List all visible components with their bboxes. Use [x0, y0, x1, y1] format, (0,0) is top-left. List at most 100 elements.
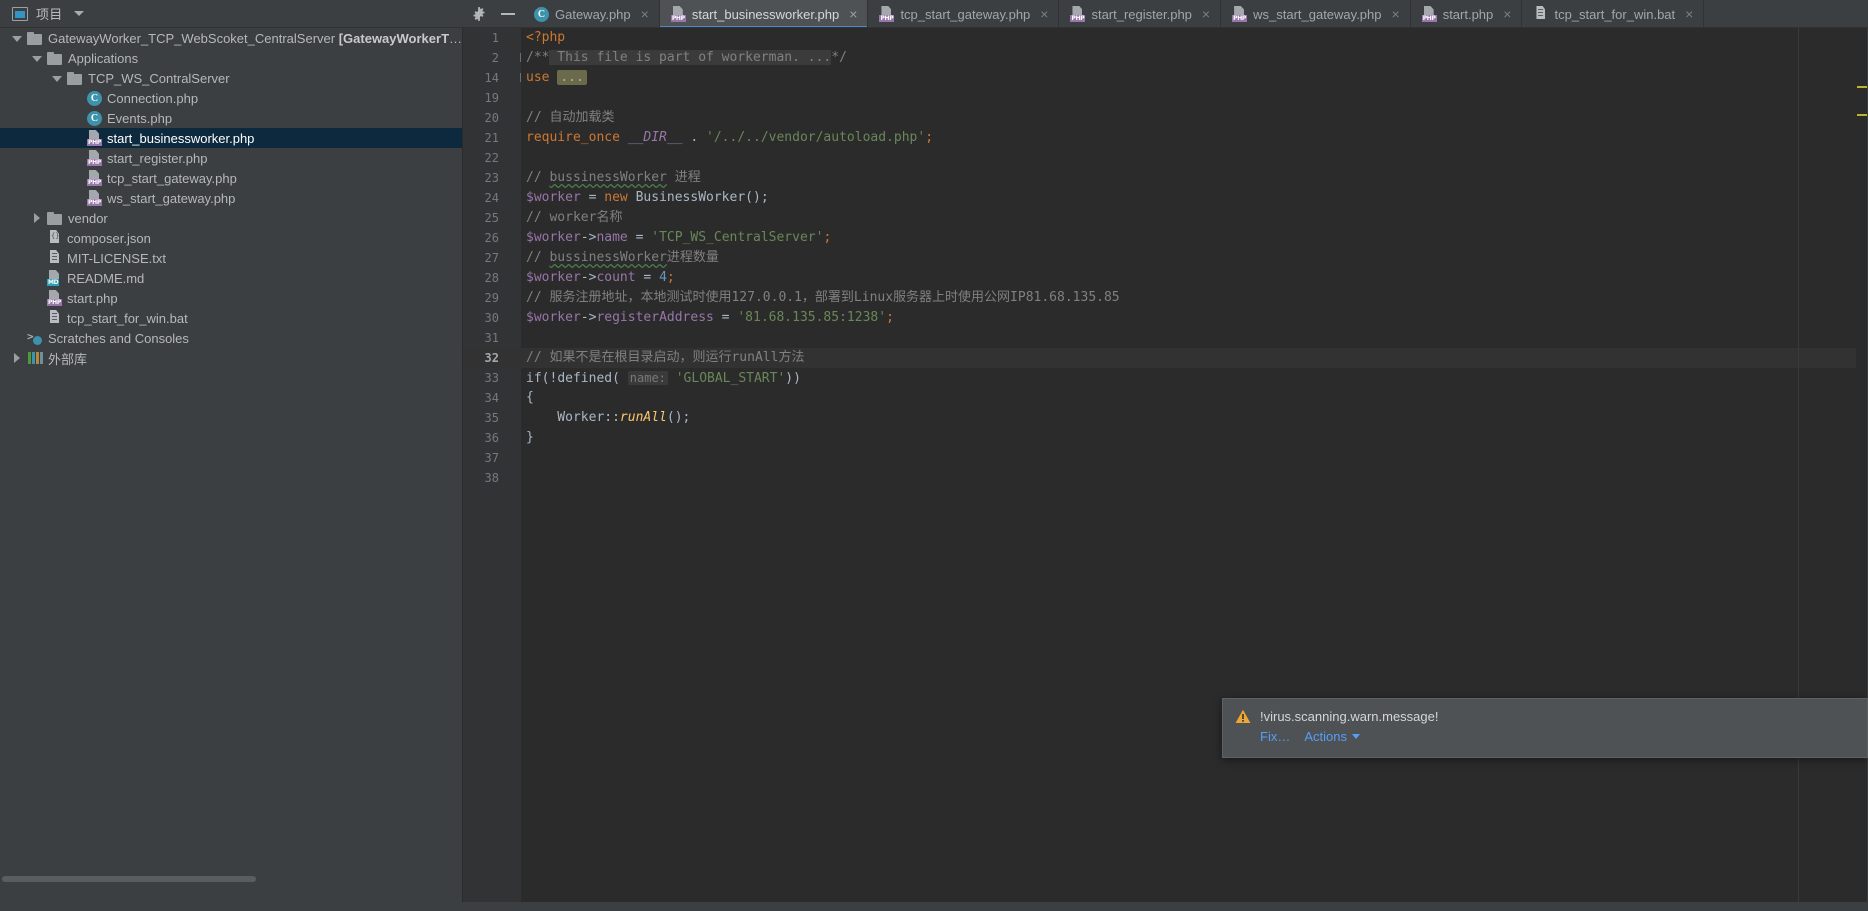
- tree-item-tcp-start-for-win-bat[interactable]: tcp_start_for_win.bat: [0, 308, 463, 328]
- tree-item-start-php[interactable]: start.php: [0, 288, 463, 308]
- code-line[interactable]: require_once __DIR__ . '/../../vendor/au…: [526, 128, 933, 148]
- editor-tab[interactable]: ws_start_gateway.php ×: [1221, 0, 1411, 27]
- tree-arrow-placeholder: [11, 333, 22, 344]
- gear-icon[interactable]: [471, 6, 487, 22]
- project-tree: GatewayWorker_TCP_WebScoket_CentralServe…: [0, 28, 463, 368]
- tree-item-label: start.php: [67, 291, 118, 306]
- chevron-right-icon[interactable]: [31, 212, 42, 224]
- code-line[interactable]: use ...: [526, 68, 587, 88]
- code-line[interactable]: // bussinessWorker 进程: [526, 168, 701, 188]
- md-file-icon: [47, 270, 62, 286]
- code-line[interactable]: // 自动加载类: [526, 108, 614, 128]
- tree-item-composer-json[interactable]: composer.json: [0, 228, 463, 248]
- tree-item-connection-php[interactable]: C Connection.php: [0, 88, 463, 108]
- code-line[interactable]: }: [526, 428, 534, 448]
- tree-item-applications[interactable]: Applications: [0, 48, 463, 68]
- php-file-icon: [879, 6, 895, 22]
- code-token: */: [831, 50, 847, 65]
- notification-balloon[interactable]: !virus.scanning.warn.message! Fix… Actio…: [1222, 698, 1868, 758]
- editor-gutter[interactable]: 12+14+192021222324252627282930313233┌343…: [463, 28, 529, 911]
- chevron-down-icon[interactable]: [51, 73, 62, 84]
- tree-item-label: ws_start_gateway.php: [107, 191, 235, 206]
- tree-item-scratches-and-consoles[interactable]: Scratches and Consoles: [0, 328, 463, 348]
- code-token: =: [580, 190, 605, 205]
- minimize-icon[interactable]: [501, 12, 515, 15]
- code-line[interactable]: $worker = new BusinessWorker();: [526, 188, 769, 208]
- code-line[interactable]: if(!defined( name: 'GLOBAL_START')): [526, 368, 801, 388]
- code-token: /**: [526, 50, 550, 65]
- code-token: bussinessWorker: [549, 250, 667, 265]
- editor-tab[interactable]: start.php ×: [1411, 0, 1523, 27]
- scrollbar-warning-marker[interactable]: [1857, 114, 1867, 116]
- notification-message: !virus.scanning.warn.message!: [1260, 709, 1439, 724]
- editor-tab[interactable]: C Gateway.php ×: [523, 0, 660, 27]
- code-token: name: [596, 230, 628, 245]
- code-line[interactable]: Worker::runAll();: [526, 408, 690, 428]
- line-number: 35: [484, 411, 499, 425]
- sidebar-scrollbar-thumb[interactable]: [2, 876, 256, 882]
- tree-item-label: start_register.php: [107, 151, 207, 166]
- close-icon[interactable]: ×: [849, 7, 857, 21]
- code-token: ->: [580, 270, 597, 285]
- code-line[interactable]: /** This file is part of workerman. ...*…: [526, 48, 847, 68]
- tree-item-vendor[interactable]: vendor: [0, 208, 463, 228]
- project-tree-panel[interactable]: GatewayWorker_TCP_WebScoket_CentralServe…: [0, 28, 463, 883]
- tree-item-label: Scratches and Consoles: [48, 331, 189, 346]
- tree-item-start-businessworker-php[interactable]: start_businessworker.php: [0, 128, 463, 148]
- close-icon[interactable]: ×: [1392, 7, 1400, 21]
- close-icon[interactable]: ×: [641, 7, 649, 21]
- tree-item-ws-start-gateway-php[interactable]: ws_start_gateway.php: [0, 188, 463, 208]
- code-line[interactable]: $worker->count = 4;: [526, 268, 675, 288]
- tree-item-start-register-php[interactable]: start_register.php: [0, 148, 463, 168]
- code-line[interactable]: {: [526, 388, 534, 408]
- chevron-down-icon[interactable]: [11, 33, 22, 44]
- editor-code-area[interactable]: <?php /** This file is part of workerman.…: [521, 28, 1868, 911]
- code-line[interactable]: // 服务注册地址，本地测试时使用127.0.0.1，部署到Linux服务器上时…: [526, 288, 1120, 308]
- tree-item-name: GatewayWorker_TCP_WebScoket_CentralServe…: [48, 30, 336, 46]
- editor-tab-label: start_register.php: [1091, 6, 1192, 22]
- editor-tab[interactable]: start_register.php ×: [1059, 0, 1222, 27]
- tree-item-tcp-ws-contralserver[interactable]: TCP_WS_ContralServer: [0, 68, 463, 88]
- tree-item-mit-license-txt[interactable]: MIT-LICENSE.txt: [0, 248, 463, 268]
- chevron-right-icon[interactable]: [11, 352, 22, 364]
- code-token: $worker: [526, 230, 581, 245]
- editor-tab[interactable]: tcp_start_for_win.bat ×: [1522, 0, 1705, 27]
- editor-tab[interactable]: tcp_start_gateway.php ×: [868, 0, 1060, 27]
- close-icon[interactable]: ×: [1503, 7, 1511, 21]
- project-toolwindow-header[interactable]: 项目: [0, 0, 463, 28]
- tree-item-gatewayworker-tcp-webscoket-centralserver[interactable]: GatewayWorker_TCP_WebScoket_CentralServe…: [0, 28, 463, 48]
- bat-file-icon: [1533, 6, 1548, 22]
- tree-item-readme-md[interactable]: README.md: [0, 268, 463, 288]
- php-file-icon: [87, 170, 102, 186]
- tree-item-name: MIT-LICENSE.txt: [67, 250, 166, 266]
- code-editor[interactable]: 12+14+192021222324252627282930313233┌343…: [463, 28, 1868, 911]
- tree-item-tcp-start-gateway-php[interactable]: tcp_start_gateway.php: [0, 168, 463, 188]
- sidebar-horizontal-scrollbar[interactable]: [0, 874, 463, 883]
- code-token: bussinessWorker: [549, 170, 667, 185]
- editor-scrollbar[interactable]: [1856, 28, 1868, 911]
- editor-tab[interactable]: start_businessworker.php ×: [659, 0, 869, 27]
- code-line[interactable]: $worker->registerAddress = '81.68.135.85…: [526, 308, 894, 328]
- notification-actions-dropdown[interactable]: Actions: [1304, 729, 1360, 744]
- code-line[interactable]: // worker名称: [526, 208, 622, 228]
- tree-item-name: 外部库: [48, 351, 88, 367]
- close-icon[interactable]: ×: [1685, 7, 1693, 21]
- notification-fix-link[interactable]: Fix…: [1260, 729, 1290, 744]
- scrollbar-warning-marker[interactable]: [1857, 86, 1867, 88]
- code-line[interactable]: $worker->name = 'TCP_WS_CentralServer';: [526, 228, 831, 248]
- code-line[interactable]: // bussinessWorker进程数量: [526, 248, 719, 268]
- tree-item-[interactable]: 外部库: [0, 348, 463, 368]
- line-number: 34: [484, 391, 499, 405]
- tree-item-events-php[interactable]: C Events.php: [0, 108, 463, 128]
- tree-item-name: start_businessworker.php: [107, 130, 255, 146]
- chevron-down-icon[interactable]: [31, 53, 42, 64]
- code-token: if: [526, 371, 542, 386]
- chevron-down-icon[interactable]: [74, 11, 85, 16]
- folder-icon: [67, 71, 83, 85]
- code-line[interactable]: // 如果不是在根目录启动，则运行runAll方法: [526, 348, 804, 368]
- close-icon[interactable]: ×: [1040, 7, 1048, 21]
- code-line[interactable]: <?php: [526, 28, 565, 48]
- editor-tab-label: tcp_start_for_win.bat: [1554, 6, 1676, 22]
- php-file-icon: [1421, 6, 1437, 22]
- close-icon[interactable]: ×: [1202, 7, 1210, 21]
